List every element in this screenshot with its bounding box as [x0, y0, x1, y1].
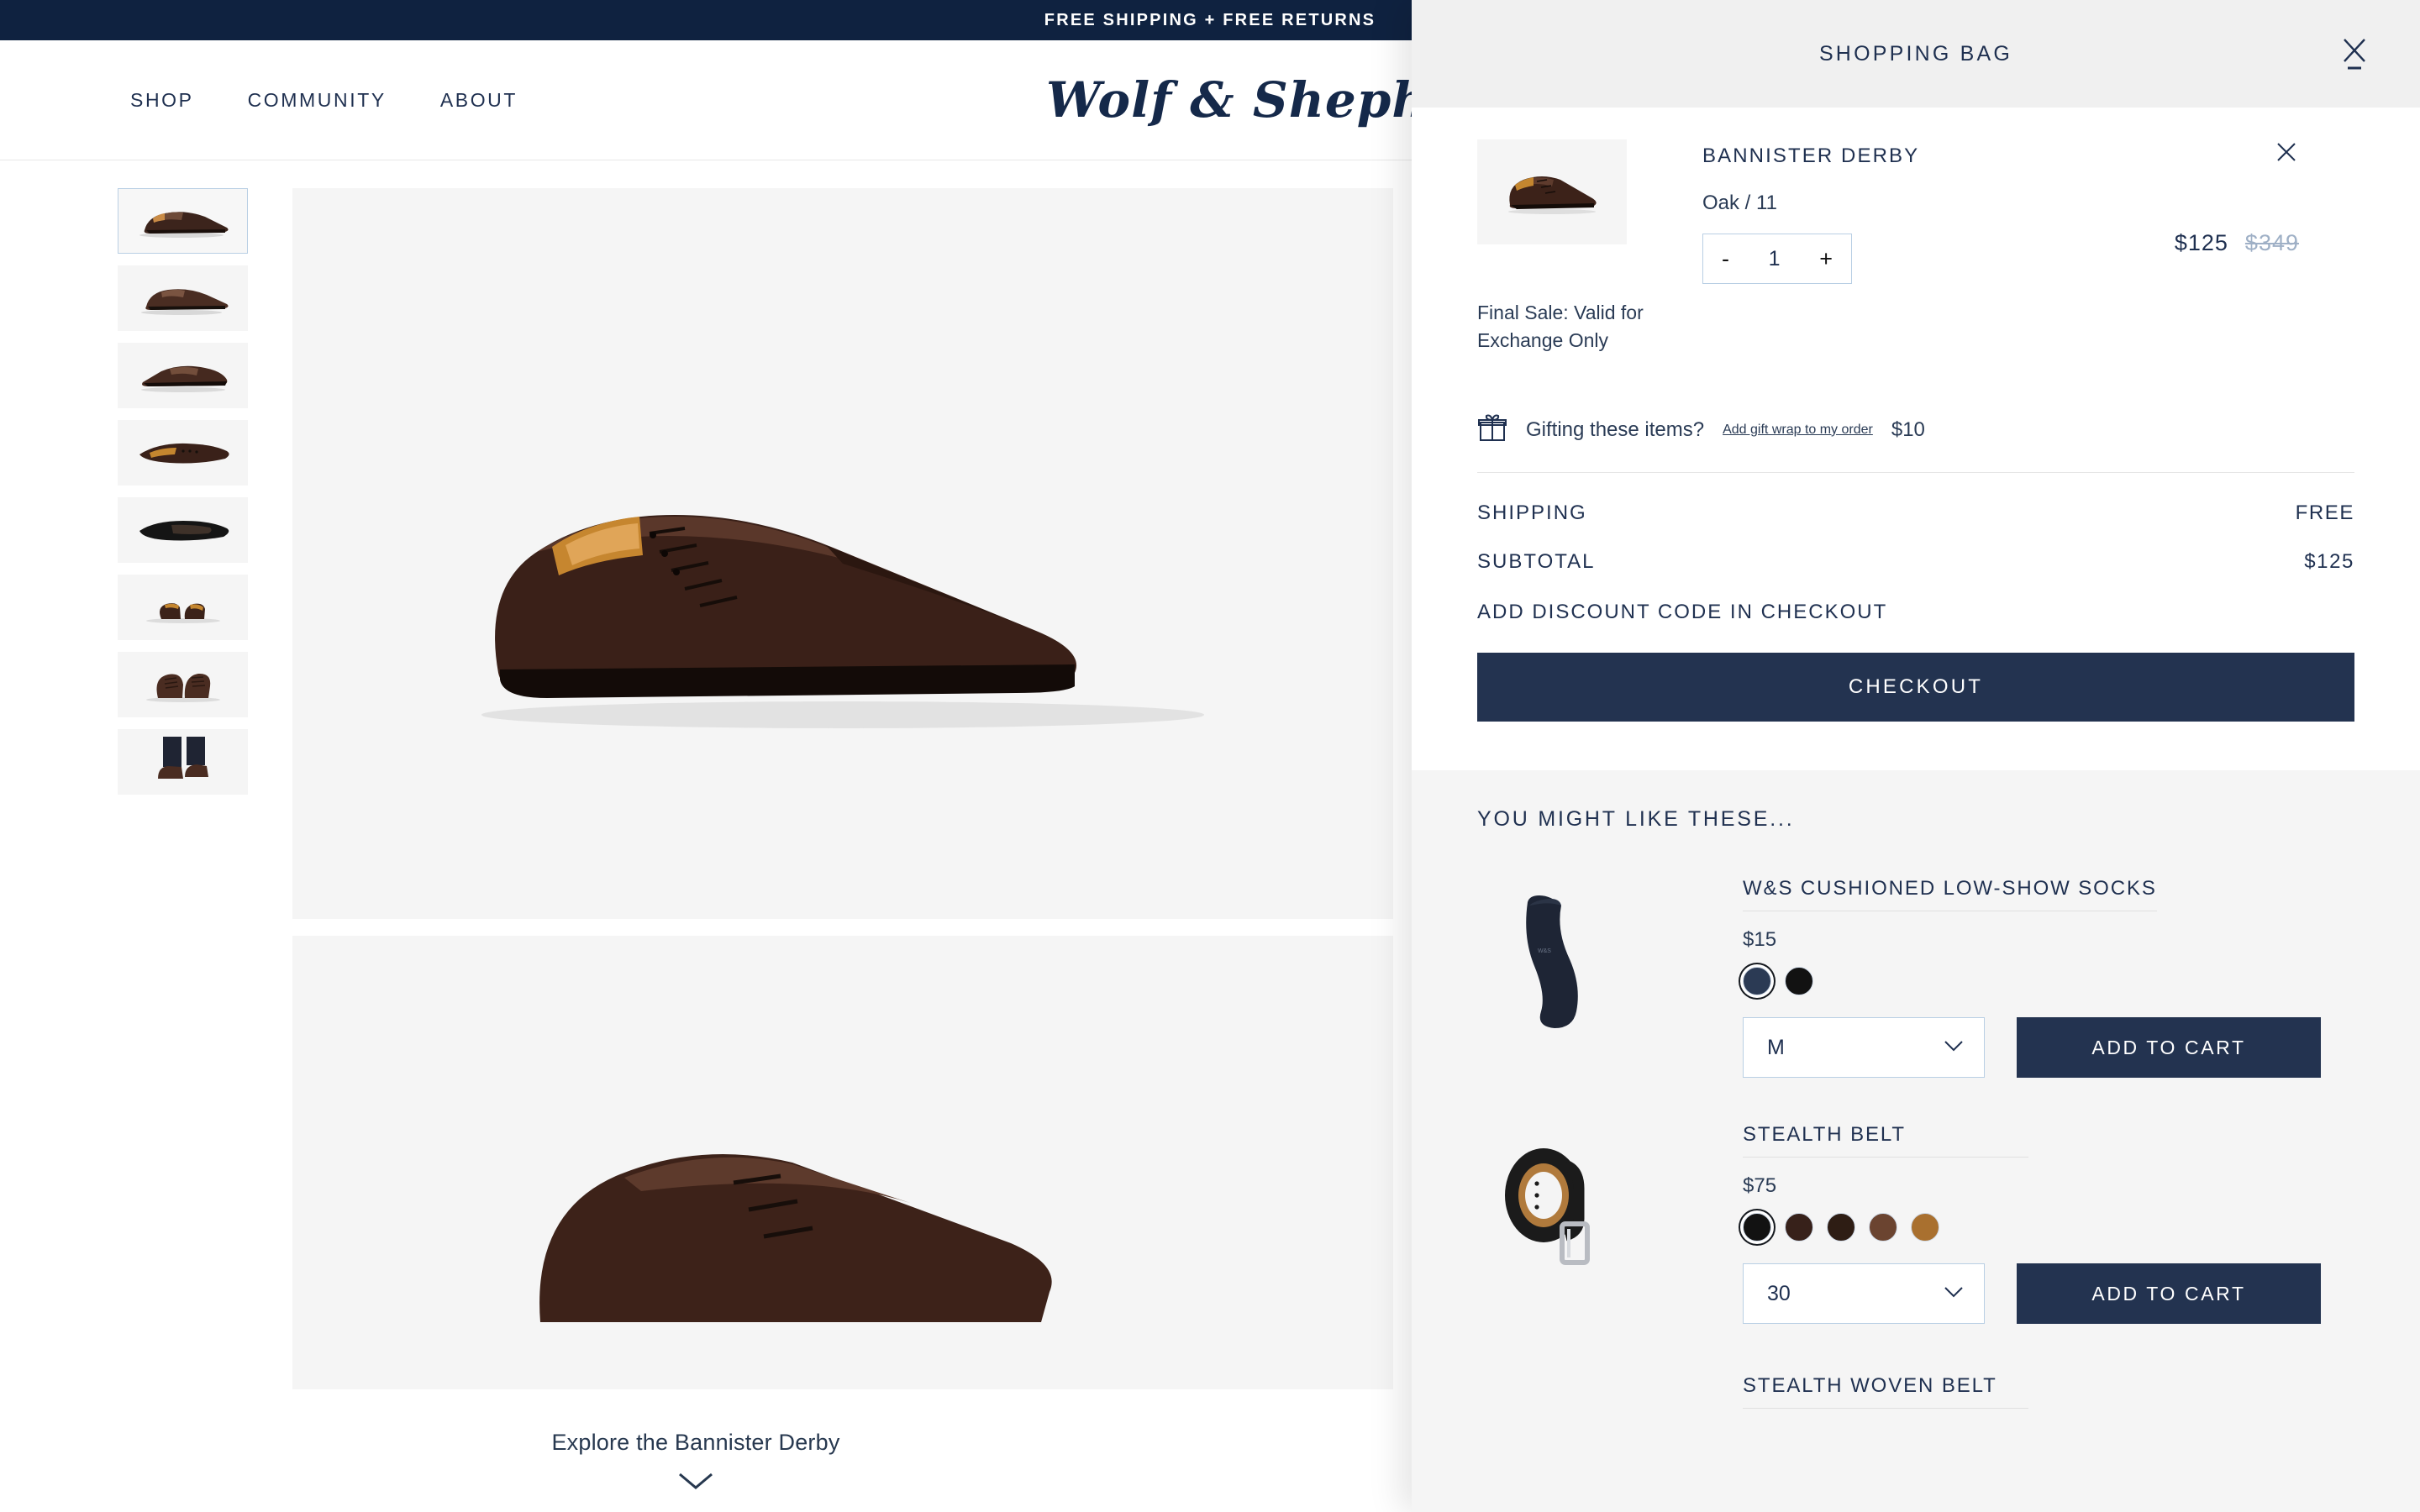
belt-details: STEALTH BELT $75 30 ADD TO CART [1743, 1110, 2354, 1325]
subtotal-row: SUBTOTAL $125 [1477, 550, 2354, 574]
swatch-navy[interactable] [1743, 967, 1771, 996]
belt-color-swatches [1743, 1213, 2354, 1242]
drawer-header: SHOPPING BAG [1412, 0, 2420, 108]
quantity-value: 1 [1768, 246, 1781, 270]
explore-section: Explore the Bannister Derby [145, 1389, 1246, 1495]
nav-item-community[interactable]: COMMUNITY [248, 89, 387, 112]
socks-details: W&S CUSHIONED LOW-SHOW SOCKS $15 M ADD T… [1743, 864, 2354, 1079]
thumbnail-gallery [118, 188, 265, 1389]
thumbnail-2[interactable] [118, 265, 248, 331]
thumbnail-8[interactable] [118, 729, 248, 795]
line-item-compare-price: $349 [2244, 230, 2299, 255]
belt-image[interactable] [1477, 1110, 1627, 1294]
belt-price: $75 [1743, 1174, 1777, 1198]
quantity-increment-button[interactable]: + [1819, 247, 1833, 270]
swatch-black[interactable] [1743, 1213, 1771, 1242]
belt-controls: 30 ADD TO CART [1743, 1263, 2354, 1325]
thumbnail-5[interactable] [118, 497, 248, 563]
chevron-down-icon [1944, 1286, 1964, 1302]
shipping-value: FREE [2295, 501, 2354, 525]
checkout-button[interactable]: CHECKOUT [1477, 653, 2354, 722]
close-icon[interactable] [2339, 36, 2370, 71]
main-navigation: SHOP COMMUNITY ABOUT [130, 89, 518, 112]
socks-price: $15 [1743, 928, 1777, 952]
swatch-black[interactable] [1785, 967, 1813, 996]
socks-add-to-cart-button[interactable]: ADD TO CART [2017, 1017, 2321, 1079]
line-item-pricing: $125 $349 [2175, 230, 2299, 256]
page-root: FREE SHIPPING + FREE RETURNS SHOP COMMUN… [0, 0, 2420, 1512]
chevron-down-icon[interactable] [677, 1471, 714, 1495]
recommendation-belt: STEALTH BELT $75 30 ADD TO CART [1477, 1110, 2354, 1325]
line-item-variant: Oak / 11 [1702, 192, 1777, 214]
belt-size-select[interactable]: 30 [1743, 1263, 1985, 1325]
socks-size-value: M [1767, 1035, 1785, 1059]
belt-title[interactable]: STEALTH BELT [1743, 1123, 2028, 1158]
recommendation-socks: W&S W&S CUSHIONED LOW-SHOW SOCKS $15 M A… [1477, 864, 2354, 1079]
socks-title[interactable]: W&S CUSHIONED LOW-SHOW SOCKS [1743, 877, 2157, 912]
nav-item-about[interactable]: ABOUT [440, 89, 518, 112]
gift-icon [1477, 412, 1507, 447]
line-item-sale-price: $125 [2174, 230, 2228, 255]
hero-image-1[interactable] [292, 188, 1393, 919]
remove-item-icon[interactable] [2274, 139, 2299, 165]
shipping-label: SHIPPING [1477, 501, 1587, 525]
shopping-bag-drawer: SHOPPING BAG BANNISTER DERBY Oak / 11 - … [1412, 0, 2420, 1512]
shipping-row: SHIPPING FREE [1477, 501, 2354, 525]
socks-color-swatches [1743, 967, 2354, 996]
drawer-title: SHOPPING BAG [1818, 41, 2013, 66]
thumbnail-7[interactable] [118, 652, 248, 717]
line-item-details: BANNISTER DERBY Oak / 11 - 1 + [1702, 139, 2354, 284]
line-item-title[interactable]: BANNISTER DERBY [1702, 144, 2354, 168]
final-sale-note: Final Sale: Valid for Exchange Only [1477, 302, 1644, 351]
swatch-brown[interactable] [1869, 1213, 1897, 1242]
swatch-espresso[interactable] [1827, 1213, 1855, 1242]
promo-banner-text: FREE SHIPPING + FREE RETURNS [1044, 10, 1376, 29]
line-item-thumbnail[interactable] [1477, 139, 1627, 244]
chevron-down-icon [1944, 1040, 1964, 1056]
drawer-body: BANNISTER DERBY Oak / 11 - 1 + $125 $349 [1412, 108, 2420, 1512]
cart-contents: BANNISTER DERBY Oak / 11 - 1 + $125 $349 [1412, 108, 2420, 771]
swatch-dark-brown[interactable] [1785, 1213, 1813, 1242]
socks-controls: M ADD TO CART [1743, 1017, 2354, 1079]
quantity-stepper: - 1 + [1702, 234, 1852, 284]
thumbnail-4[interactable] [118, 420, 248, 486]
socks-size-select[interactable]: M [1743, 1017, 1985, 1079]
recommendation-woven-belt: STEALTH WOVEN BELT [1477, 1361, 2354, 1512]
subtotal-value: $125 [2304, 550, 2354, 574]
thumbnail-3[interactable] [118, 343, 248, 408]
thumbnail-1[interactable] [118, 188, 248, 254]
woven-belt-details: STEALTH WOVEN BELT [1743, 1361, 2354, 1512]
hero-gallery [292, 188, 1393, 1389]
discount-code-note: ADD DISCOUNT CODE IN CHECKOUT [1477, 601, 1888, 624]
woven-belt-image[interactable] [1477, 1361, 1627, 1512]
cart-line-item: BANNISTER DERBY Oak / 11 - 1 + $125 $349 [1477, 139, 2354, 284]
recommendations-section: YOU MIGHT LIKE THESE... W&S W&S CUSHIONE… [1412, 770, 2420, 1512]
gift-price: $10 [1891, 417, 1925, 441]
svg-text:W&S: W&S [1538, 948, 1551, 954]
quantity-decrement-button[interactable]: - [1722, 247, 1729, 270]
woven-belt-title[interactable]: STEALTH WOVEN BELT [1743, 1374, 2028, 1410]
cart-bottom-spacer [1477, 722, 2354, 770]
gift-wrap-row: Gifting these items? Add gift wrap to my… [1477, 412, 2354, 472]
hero-image-2[interactable] [292, 936, 1393, 1389]
belt-add-to-cart-button[interactable]: ADD TO CART [2017, 1263, 2321, 1325]
explore-label[interactable]: Explore the Bannister Derby [145, 1430, 1246, 1456]
order-totals: SHIPPING FREE SUBTOTAL $125 [1477, 472, 2354, 574]
recommendations-title: YOU MIGHT LIKE THESE... [1477, 807, 1795, 832]
subtotal-label: SUBTOTAL [1477, 550, 1596, 574]
thumbnail-6[interactable] [118, 575, 248, 640]
belt-size-value: 30 [1767, 1281, 1791, 1305]
add-gift-wrap-link[interactable]: Add gift wrap to my order [1723, 423, 1873, 438]
sock-image[interactable]: W&S [1477, 864, 1627, 1048]
nav-item-shop[interactable]: SHOP [130, 89, 194, 112]
gift-prompt: Gifting these items? [1526, 417, 1705, 441]
swatch-tan[interactable] [1911, 1213, 1939, 1242]
